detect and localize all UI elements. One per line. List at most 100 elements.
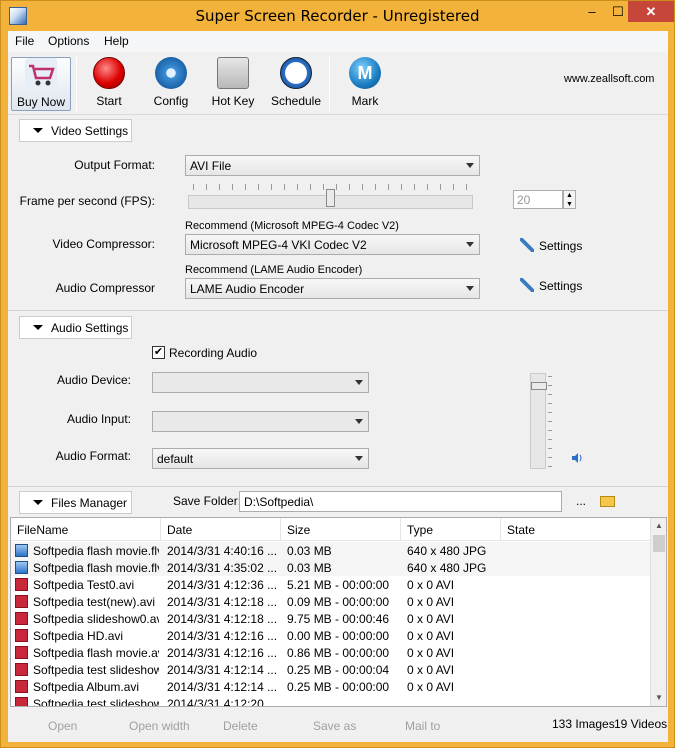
open-width-button[interactable]: Open width bbox=[129, 719, 190, 733]
mark-button[interactable]: M Mark bbox=[335, 57, 395, 111]
gear-icon bbox=[155, 57, 187, 89]
record-icon bbox=[93, 57, 125, 89]
save-folder-input[interactable]: D:\Softpedia\ bbox=[239, 491, 562, 512]
chevron-down-icon bbox=[355, 419, 363, 424]
output-format-select[interactable]: AVI File bbox=[185, 155, 480, 176]
column-size[interactable]: Size bbox=[281, 518, 401, 541]
scroll-down-icon[interactable]: ▼ bbox=[651, 690, 666, 706]
save-folder-label: Save Folder: bbox=[173, 494, 242, 508]
column-filename[interactable]: FileName bbox=[11, 518, 161, 541]
buy-now-button[interactable]: Buy Now bbox=[11, 57, 71, 111]
cell-type: 0 x 0 AVI bbox=[407, 629, 455, 643]
audio-settings-title: Audio Settings bbox=[51, 321, 129, 335]
recording-audio-checkbox[interactable]: ✔ bbox=[152, 346, 165, 359]
video-compressor-value: Microsoft MPEG-4 VKI Codec V2 bbox=[190, 238, 367, 252]
menu-bar: File Options Help bbox=[8, 31, 668, 52]
spin-down-icon[interactable]: ▼ bbox=[564, 200, 575, 209]
start-button[interactable]: Start bbox=[79, 57, 139, 111]
divider bbox=[8, 486, 668, 487]
list-item[interactable]: Softpedia Test0.avi 2014/3/31 4:12:36 ...… bbox=[11, 576, 651, 593]
app-window: Super Screen Recorder - Unregistered – ☐… bbox=[0, 0, 675, 748]
audio-format-select[interactable]: default bbox=[152, 448, 369, 469]
list-item[interactable]: Softpedia test slideshow... 2014/3/31 4:1… bbox=[11, 661, 651, 678]
fps-value: 20 bbox=[517, 193, 531, 207]
audio-device-select[interactable] bbox=[152, 372, 369, 393]
folder-icon[interactable] bbox=[600, 496, 615, 507]
hot-key-label: Hot Key bbox=[211, 94, 255, 108]
output-format-label: Output Format: bbox=[74, 158, 155, 172]
schedule-label: Schedule bbox=[270, 94, 322, 108]
settings-label: Settings bbox=[539, 239, 583, 253]
column-date[interactable]: Date bbox=[161, 518, 281, 541]
list-item[interactable]: Softpedia test slideshow... 2014/3/31 4:1… bbox=[11, 695, 651, 706]
title-bar[interactable]: Super Screen Recorder - Unregistered – ☐… bbox=[1, 1, 674, 31]
open-button[interactable]: Open bbox=[48, 719, 77, 733]
list-item[interactable]: Softpedia test(new).avi 2014/3/31 4:12:18… bbox=[11, 593, 651, 610]
video-file-icon bbox=[15, 646, 28, 659]
minimize-button[interactable]: – bbox=[579, 1, 605, 22]
cell-date: 2014/3/31 4:12:16 ... bbox=[167, 629, 278, 643]
audio-settings-header[interactable]: Audio Settings bbox=[19, 316, 132, 339]
save-as-button[interactable]: Save as bbox=[313, 719, 356, 733]
menu-options[interactable]: Options bbox=[48, 34, 89, 48]
video-file-icon bbox=[15, 697, 28, 706]
scroll-up-icon[interactable]: ▲ bbox=[651, 518, 666, 534]
cell-date: 2014/3/31 4:35:02 ... bbox=[167, 561, 278, 575]
website-link[interactable]: www.zeallsoft.com bbox=[564, 73, 654, 85]
browse-button[interactable]: ... bbox=[576, 494, 586, 508]
list-item[interactable]: Softpedia slideshow0.avi 2014/3/31 4:12:1… bbox=[11, 610, 651, 627]
fps-label: Frame per second (FPS): bbox=[19, 194, 155, 208]
video-compressor-label: Video Compressor: bbox=[52, 237, 156, 251]
menu-file[interactable]: File bbox=[15, 34, 34, 48]
cell-size: 9.75 MB - 00:00:46 bbox=[287, 612, 390, 626]
close-button[interactable]: ✕ bbox=[628, 1, 674, 22]
video-file-icon bbox=[15, 595, 28, 608]
output-format-value: AVI File bbox=[190, 159, 232, 173]
list-item[interactable]: Softpedia flash movie.flv... 2014/3/31 4:… bbox=[11, 559, 651, 576]
list-scrollbar[interactable]: ▲ ▼ bbox=[650, 518, 666, 706]
schedule-button[interactable]: Schedule bbox=[266, 57, 326, 111]
cell-type: 0 x 0 AVI bbox=[407, 646, 455, 660]
fps-input[interactable]: 20 bbox=[513, 190, 563, 209]
scroll-thumb[interactable] bbox=[653, 535, 665, 552]
cell-size: 0.09 MB - 00:00:00 bbox=[287, 595, 390, 609]
column-type[interactable]: Type bbox=[401, 518, 501, 541]
list-item[interactable]: Softpedia Album.avi 2014/3/31 4:12:14 ...… bbox=[11, 678, 651, 695]
toolbar-separator bbox=[329, 57, 330, 111]
cell-name: Softpedia slideshow0.avi bbox=[33, 612, 159, 626]
videos-count: 19 Videos bbox=[614, 717, 668, 731]
list-item[interactable]: Softpedia flash movie.avi 2014/3/31 4:12:… bbox=[11, 644, 651, 661]
delete-button[interactable]: Delete bbox=[223, 719, 258, 733]
audio-compressor-settings-button[interactable]: Settings bbox=[520, 278, 582, 293]
clock-icon bbox=[280, 57, 312, 89]
files-list[interactable]: FileName Date Size Type State Softpedia … bbox=[10, 517, 667, 707]
menu-help[interactable]: Help bbox=[104, 34, 129, 48]
collapse-arrow-icon bbox=[33, 325, 43, 330]
video-compressor-select[interactable]: Microsoft MPEG-4 VKI Codec V2 bbox=[185, 234, 480, 255]
volume-slider-thumb[interactable] bbox=[531, 381, 547, 390]
files-manager-header[interactable]: Files Manager bbox=[19, 491, 132, 514]
config-button[interactable]: Config bbox=[141, 57, 201, 111]
video-settings-header[interactable]: Video Settings bbox=[19, 119, 132, 142]
audio-compressor-recommend: Recommend (LAME Audio Encoder) bbox=[185, 264, 363, 276]
spin-up-icon[interactable]: ▲ bbox=[564, 191, 575, 200]
column-type-label: Type bbox=[407, 523, 434, 537]
audio-device-label: Audio Device: bbox=[56, 373, 131, 387]
mark-label: Mark bbox=[351, 94, 379, 108]
audio-format-value: default bbox=[157, 452, 194, 466]
audio-compressor-select[interactable]: LAME Audio Encoder bbox=[185, 278, 480, 299]
cell-name: Softpedia Test0.avi bbox=[33, 578, 135, 592]
chevron-down-icon bbox=[355, 456, 363, 461]
hot-key-button[interactable]: Hot Key bbox=[203, 57, 263, 111]
fps-spinner[interactable]: ▲ ▼ bbox=[563, 190, 576, 209]
list-item[interactable]: Softpedia HD.avi 2014/3/31 4:12:16 ... 0.0… bbox=[11, 627, 651, 644]
fps-slider-thumb[interactable] bbox=[326, 189, 335, 207]
speaker-icon[interactable] bbox=[571, 452, 582, 464]
column-state[interactable]: State bbox=[501, 518, 651, 541]
cell-date: 2014/3/31 4:12:16 ... bbox=[167, 646, 278, 660]
audio-input-select[interactable] bbox=[152, 411, 369, 432]
list-item[interactable]: Softpedia flash movie.flv... 2014/3/31 4:… bbox=[11, 542, 651, 559]
video-compressor-settings-button[interactable]: Settings bbox=[520, 238, 582, 253]
image-file-icon bbox=[15, 544, 28, 557]
mail-to-button[interactable]: Mail to bbox=[405, 719, 440, 733]
